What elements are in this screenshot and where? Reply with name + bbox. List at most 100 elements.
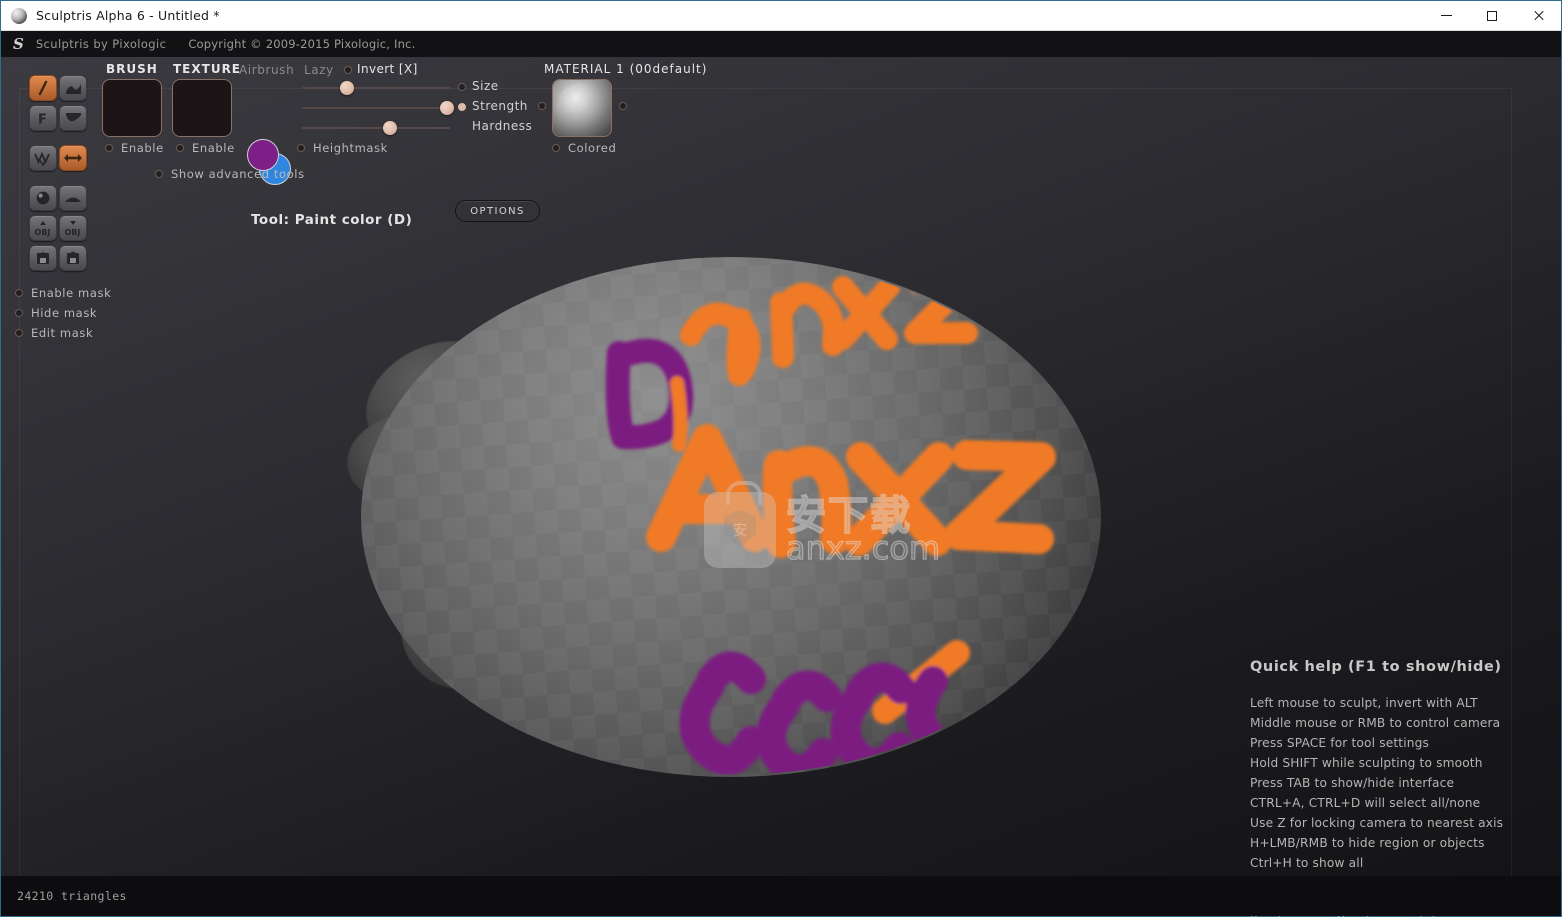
- material-prev-icon[interactable]: [538, 102, 546, 110]
- brush-enable-toggle[interactable]: Enable: [105, 141, 164, 155]
- quick-help-title: Quick help (F1 to show/hide): [1250, 659, 1502, 675]
- texture-enable-toggle[interactable]: Enable: [176, 141, 235, 155]
- slider-knob[interactable]: [383, 121, 397, 135]
- quick-help-line: Press TAB to show/hide interface: [1250, 776, 1455, 790]
- texture-enable-label: Enable: [192, 141, 235, 155]
- quick-help-line: H+LMB/RMB to hide region or objects: [1250, 836, 1485, 850]
- blob-nub-mid: [342, 406, 482, 512]
- tool-button-export-obj[interactable]: OBJ: [59, 215, 87, 241]
- tool-grid-spacer-2: [27, 173, 59, 183]
- brush-swatch[interactable]: [102, 79, 162, 137]
- svg-text:F: F: [38, 112, 47, 126]
- sculpt-sphere: [361, 257, 1101, 777]
- size-slider[interactable]: [302, 81, 450, 95]
- mask-options: Enable mask Hide mask Edit mask: [15, 283, 111, 343]
- close-icon: [1533, 10, 1544, 21]
- copyright-label: Copyright © 2009-2015 Pixologic, Inc.: [188, 37, 416, 51]
- mask-option-label: Edit mask: [31, 326, 94, 340]
- slider-track: [302, 87, 450, 89]
- texture-swatch[interactable]: [172, 79, 232, 137]
- tool-button-draw[interactable]: [59, 75, 87, 101]
- size-radio-icon[interactable]: [458, 83, 466, 91]
- invert-radio-icon[interactable]: [344, 66, 352, 74]
- airbrush-label[interactable]: Airbrush: [239, 63, 294, 77]
- radio-icon: [15, 289, 23, 297]
- mask-option-edit[interactable]: Edit mask: [15, 323, 111, 343]
- material-title: MATERIAL 1 (00default): [544, 62, 708, 76]
- quick-help-line: Press SPACE for tool settings: [1250, 736, 1429, 750]
- material-swatch[interactable]: [552, 79, 612, 137]
- hardness-slider-label: Hardness: [472, 119, 533, 133]
- maximize-icon: [1487, 10, 1497, 21]
- app-name-label: Sculptris by Pixologic: [35, 37, 167, 51]
- app-header-bar: S Sculptris by Pixologic Copyright © 200…: [1, 31, 1561, 57]
- tool-grid-spacer-1: [27, 133, 59, 143]
- triangle-count: 24210 triangles: [17, 889, 127, 903]
- options-button[interactable]: OPTIONS: [455, 200, 540, 222]
- minimize-button[interactable]: [1423, 1, 1469, 31]
- strength-radio-icon[interactable]: [458, 103, 466, 111]
- tool-button-save-file[interactable]: [59, 245, 87, 271]
- tool-button-symmetry[interactable]: [59, 145, 87, 171]
- svg-text:OBJ: OBJ: [35, 228, 51, 237]
- window-controls: [1423, 1, 1561, 31]
- blob-nub-bottom: [401, 569, 521, 689]
- model-viewport[interactable]: 安 安下载 anxz.com: [301, 177, 1121, 797]
- slider-knob[interactable]: [440, 101, 454, 115]
- tool-button-reduce[interactable]: [29, 145, 57, 171]
- lazy-label[interactable]: Lazy: [304, 63, 334, 77]
- strength-slider[interactable]: [302, 101, 454, 115]
- radio-icon: [552, 144, 560, 152]
- brush-enable-label: Enable: [121, 141, 164, 155]
- slider-knob[interactable]: [340, 81, 354, 95]
- radio-icon: [155, 170, 163, 178]
- tool-button-inflate[interactable]: [59, 105, 87, 131]
- tool-button-flatten[interactable]: F: [29, 105, 57, 131]
- watermark-shield-icon: 安: [724, 510, 756, 548]
- quick-help-line: Use Z for locking camera to nearest axis: [1250, 816, 1504, 830]
- window-title: Sculptris Alpha 6 - Untitled *: [36, 8, 220, 23]
- current-tool-label: Tool: Paint color (D): [251, 212, 413, 228]
- mask-option-hide[interactable]: Hide mask: [15, 303, 111, 323]
- quick-help-line: CTRL+A, CTRL+D will select all/none: [1250, 796, 1481, 810]
- minimize-icon: [1440, 15, 1452, 16]
- window-titlebar: Sculptris Alpha 6 - Untitled *: [1, 1, 1561, 31]
- colored-toggle[interactable]: Colored: [552, 141, 616, 155]
- tool-button-open-file[interactable]: [29, 245, 57, 271]
- brush-section-label: BRUSH: [106, 62, 158, 76]
- maximize-button[interactable]: [1469, 1, 1515, 31]
- watermark-bag-icon: 安: [704, 481, 776, 568]
- colored-label: Colored: [568, 141, 617, 155]
- tool-button-crease[interactable]: [29, 75, 57, 101]
- close-button[interactable]: [1515, 1, 1561, 31]
- status-bar: 24210 triangles: [1, 876, 1561, 916]
- strength-slider-label: Strength: [472, 99, 528, 113]
- heightmask-label: Heightmask: [313, 141, 388, 155]
- mask-option-label: Hide mask: [31, 306, 98, 320]
- heightmask-toggle[interactable]: Heightmask: [297, 141, 388, 155]
- show-advanced-tools-toggle[interactable]: Show advanced tools: [155, 167, 305, 181]
- tool-button-sphere-primitive[interactable]: [29, 185, 57, 211]
- painted-strokes: [605, 272, 1056, 775]
- svg-text:OBJ: OBJ: [65, 228, 81, 237]
- material-preview-sphere: [556, 83, 608, 133]
- texture-section-label: TEXTURE: [173, 62, 242, 76]
- slider-track: [302, 127, 450, 129]
- radio-icon: [15, 309, 23, 317]
- size-slider-label: Size: [472, 79, 499, 93]
- hardness-slider[interactable]: [302, 121, 450, 135]
- app-sphere-icon: [11, 7, 27, 24]
- watermark-domain: anxz.com: [785, 529, 941, 567]
- tool-button-import-obj[interactable]: OBJ: [29, 215, 57, 241]
- radio-icon: [297, 144, 305, 152]
- tool-palette: F OBJ OBJ: [27, 73, 87, 273]
- invert-label[interactable]: Invert [X]: [357, 62, 418, 76]
- blob-nub-lower: [364, 485, 506, 619]
- watermark-chinese: 安下载: [785, 493, 912, 539]
- quick-help-line: Left mouse to sculpt, invert with ALT: [1250, 696, 1478, 710]
- radio-icon: [176, 144, 184, 152]
- mask-option-enable[interactable]: Enable mask: [15, 283, 111, 303]
- material-next-icon[interactable]: [619, 102, 627, 110]
- mask-option-label: Enable mask: [31, 286, 112, 300]
- tool-button-plane-primitive[interactable]: [59, 185, 87, 211]
